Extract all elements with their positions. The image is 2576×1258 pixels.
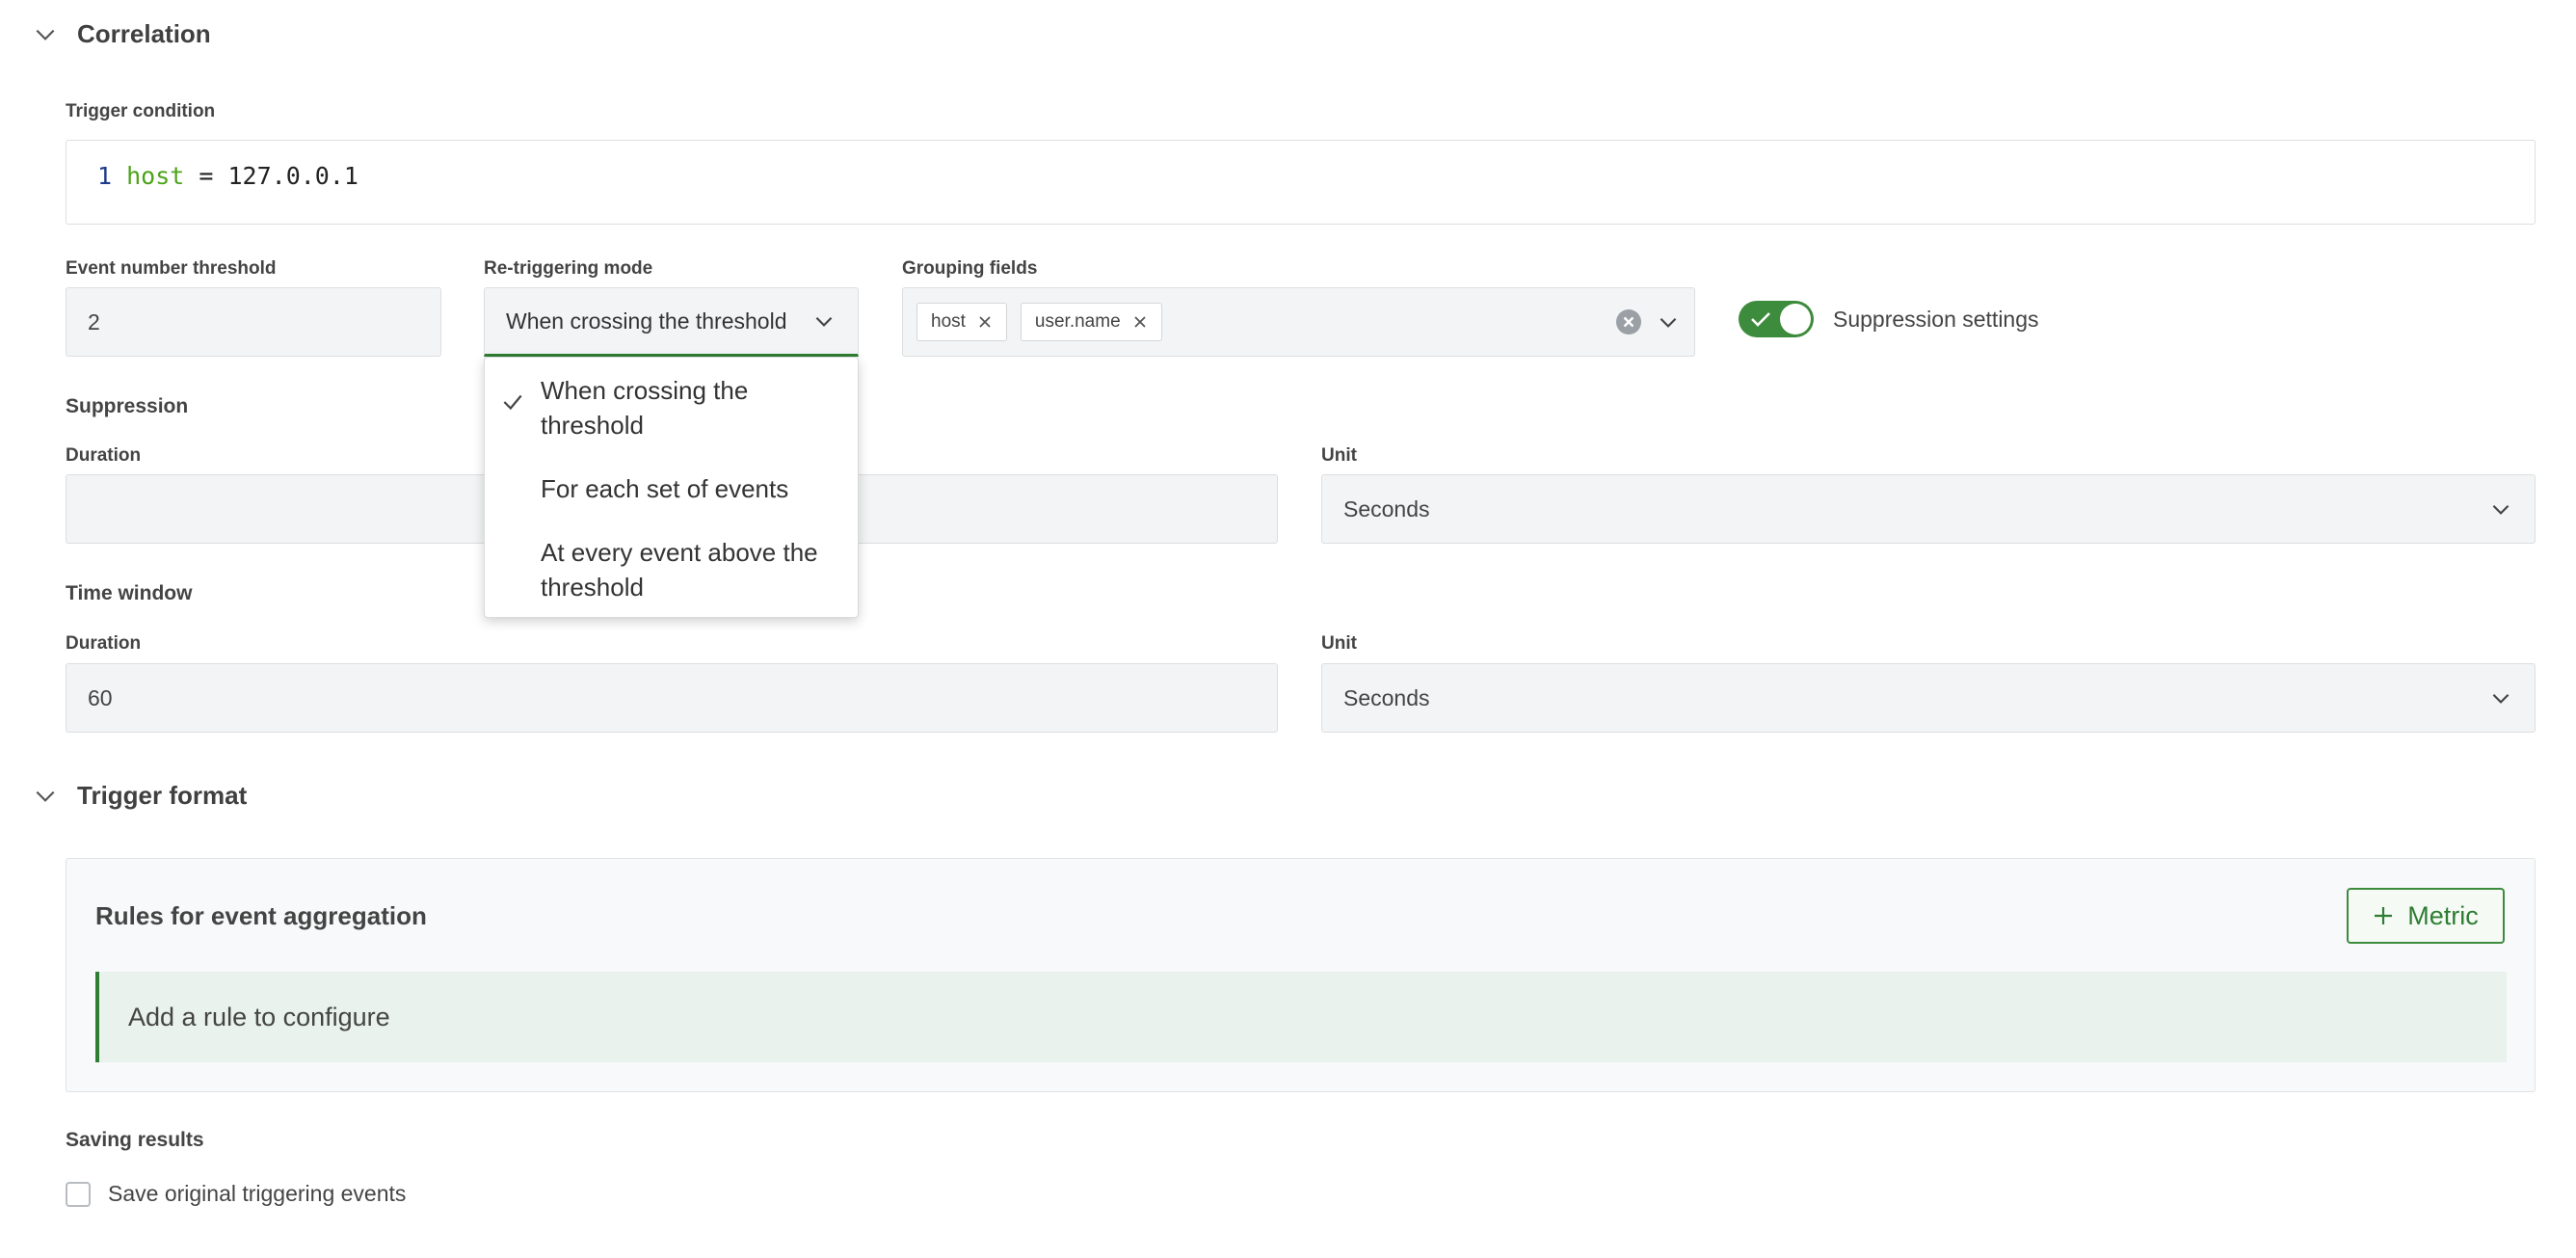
retrigger-mode-dropdown: When crossing the threshold For each set… [484, 357, 859, 618]
suppression-unit-label: Unit [1321, 445, 1357, 466]
suppression-title: Suppression [66, 395, 189, 417]
chevron-down-icon [815, 316, 833, 327]
option-text: When crossing the [541, 376, 749, 405]
checkbox-label: Save original triggering events [108, 1181, 407, 1206]
correlation-section-header[interactable]: Correlation [33, 19, 211, 49]
retrigger-selected-value: When crossing the threshold [506, 308, 787, 334]
retrigger-mode-select[interactable]: When crossing the threshold [484, 287, 859, 357]
time-window-duration-label: Duration [66, 633, 142, 654]
aggregation-rules-panel: Rules for event aggregation Metric Add a… [66, 858, 2536, 1092]
line-number: 1 [97, 162, 113, 190]
option-text: At every event above the [541, 538, 818, 567]
empty-rules-message: Add a rule to configure [95, 972, 2507, 1062]
close-icon[interactable] [1132, 314, 1148, 330]
tag-label: host [931, 311, 966, 332]
grouping-tag: host [916, 303, 1007, 341]
panel-title: Rules for event aggregation [95, 901, 427, 930]
grouping-fields-label: Grouping fields [902, 258, 1038, 279]
button-label: Metric [2407, 900, 2479, 930]
code-keyword: host [126, 162, 185, 190]
retrigger-mode-label: Re-triggering mode [484, 258, 653, 279]
dropdown-option-every-event[interactable]: At every event above the threshold [541, 535, 835, 604]
code-line: 1 host = 127.0.0.1 [97, 162, 359, 190]
time-window-title: Time window [66, 582, 193, 604]
dropdown-option-each-set[interactable]: For each set of events [541, 471, 835, 506]
chevron-down-icon [2492, 504, 2510, 515]
event-threshold-label: Event number threshold [66, 258, 277, 279]
trigger-format-section-header[interactable]: Trigger format [33, 781, 247, 811]
option-text: For each set of events [541, 474, 789, 503]
time-window-unit-label: Unit [1321, 633, 1357, 654]
close-icon[interactable] [977, 314, 993, 330]
clear-all-icon[interactable] [1615, 308, 1642, 335]
chevron-down-icon[interactable] [1656, 309, 1681, 335]
code-value: 127.0.0.1 [227, 162, 359, 190]
time-window-duration-value: 60 [88, 684, 113, 710]
suppression-unit-value: Seconds [1343, 495, 1430, 522]
plus-icon [2375, 907, 2393, 924]
grouping-fields-select[interactable]: host user.name [902, 287, 1695, 357]
option-text: threshold [541, 573, 644, 602]
chevron-down-icon [36, 790, 55, 802]
event-threshold-value: 2 [88, 308, 100, 335]
toggle-knob [1780, 304, 1811, 335]
section-title: Correlation [77, 19, 211, 48]
chevron-down-icon [2492, 693, 2510, 704]
time-window-unit-value: Seconds [1343, 684, 1430, 710]
save-original-events-option[interactable]: Save original triggering events [66, 1181, 406, 1207]
time-window-unit-select[interactable]: Seconds [1321, 663, 2536, 733]
trigger-condition-editor[interactable]: 1 host = 127.0.0.1 [66, 140, 2536, 225]
suppression-unit-select[interactable]: Seconds [1321, 474, 2536, 544]
time-window-duration-input[interactable]: 60 [66, 663, 1278, 733]
message-text: Add a rule to configure [128, 1002, 390, 1031]
chevron-down-icon [36, 29, 55, 40]
trigger-condition-label: Trigger condition [66, 101, 216, 121]
grouping-tag: user.name [1020, 303, 1162, 341]
code-operator: = [184, 162, 228, 190]
tag-label: user.name [1034, 311, 1121, 332]
option-text: threshold [541, 411, 644, 440]
suppression-duration-label: Duration [66, 445, 142, 466]
suppression-settings-label: Suppression settings [1833, 306, 2039, 332]
check-icon [1751, 312, 1770, 327]
add-metric-button[interactable]: Metric [2347, 888, 2505, 944]
suppression-settings-toggle[interactable]: Suppression settings [1739, 301, 2039, 337]
save-original-events-checkbox[interactable] [66, 1181, 91, 1207]
event-threshold-input[interactable]: 2 [66, 287, 441, 357]
section-title: Trigger format [77, 781, 248, 810]
dropdown-option-crossing-threshold[interactable]: When crossing the threshold [541, 373, 835, 442]
check-icon [503, 394, 522, 411]
toggle-switch[interactable] [1739, 301, 1814, 337]
saving-results-title: Saving results [66, 1129, 204, 1151]
